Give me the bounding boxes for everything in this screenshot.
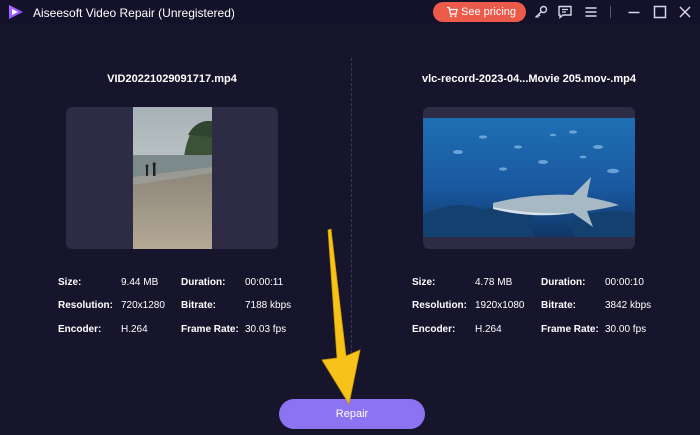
right-bitrate-label: Bitrate:: [541, 300, 577, 311]
left-resolution-label: Resolution:: [58, 300, 113, 311]
maximize-icon[interactable]: [652, 4, 668, 20]
right-duration-value: 00:00:10: [605, 277, 644, 288]
see-pricing-button[interactable]: See pricing: [433, 2, 526, 22]
left-encoder-value: H.264: [121, 324, 148, 335]
left-size-label: Size:: [58, 277, 82, 288]
left-duration-value: 00:00:11: [245, 277, 284, 288]
right-encoder-value: H.264: [475, 324, 502, 335]
cart-icon: [447, 6, 458, 18]
right-duration-label: Duration:: [541, 277, 586, 288]
left-frame-rate-label: Frame Rate:: [181, 324, 239, 335]
right-frame-rate-value: 30.00 fps: [605, 324, 647, 335]
toolbar-separator: [610, 6, 611, 18]
app-logo-icon: [9, 5, 23, 19]
key-icon[interactable]: [533, 4, 549, 20]
right-frame-rate-label: Frame Rate:: [541, 324, 599, 335]
minimize-icon[interactable]: [626, 4, 642, 20]
title-bar: Aiseesoft Video Repair (Unregistered) Se…: [0, 0, 700, 25]
left-size-value: 9.44 MB: [121, 277, 159, 288]
right-resolution-value: 1920x1080: [475, 300, 525, 311]
app-title: Aiseesoft Video Repair (Unregistered): [33, 6, 235, 20]
left-frame-rate-value: 30.03 fps: [245, 324, 287, 335]
right-size-label: Size:: [412, 277, 436, 288]
left-resolution-value: 720x1280: [121, 300, 165, 311]
close-icon[interactable]: [677, 4, 693, 20]
left-bitrate-value: 7188 kbps: [245, 300, 292, 311]
see-pricing-label: See pricing: [461, 6, 517, 18]
shark-preview-image: [423, 118, 635, 237]
panel-divider: [351, 58, 352, 358]
right-size-value: 4.78 MB: [475, 277, 513, 288]
left-file-name: VID20221029091717.mp4: [107, 73, 237, 85]
repair-button[interactable]: Repair: [279, 399, 425, 429]
right-resolution-label: Resolution:: [412, 300, 467, 311]
left-bitrate-label: Bitrate:: [181, 300, 217, 311]
left-encoder-label: Encoder:: [58, 324, 102, 335]
left-duration-label: Duration:: [181, 277, 226, 288]
repair-button-label: Repair: [335, 408, 369, 420]
chat-icon[interactable]: [557, 4, 573, 20]
right-video-thumbnail[interactable]: [423, 107, 635, 249]
menu-icon[interactable]: [583, 4, 599, 20]
right-encoder-label: Encoder:: [412, 324, 456, 335]
right-bitrate-value: 3842 kbps: [605, 300, 652, 311]
left-video-thumbnail[interactable]: [66, 107, 278, 249]
beach-preview-image: [133, 107, 212, 249]
right-file-name: vlc-record-2023-04...Movie 205.mov-.mp4: [422, 73, 636, 85]
